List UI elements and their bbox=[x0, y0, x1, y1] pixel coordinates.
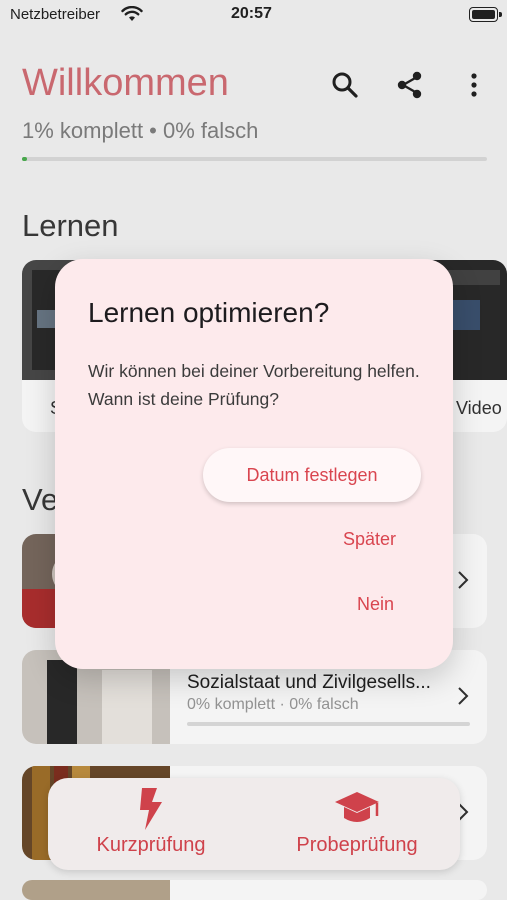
later-button[interactable]: Später bbox=[343, 529, 396, 550]
no-button[interactable]: Nein bbox=[357, 594, 394, 615]
dialog-body: Wir können bei deiner Vorbereitung helfe… bbox=[88, 361, 420, 409]
set-date-button[interactable]: Datum festlegen bbox=[203, 448, 421, 502]
optimize-learning-dialog: Lernen optimieren? Wir können bei deiner… bbox=[55, 259, 453, 669]
dialog-title: Lernen optimieren? bbox=[88, 297, 330, 328]
